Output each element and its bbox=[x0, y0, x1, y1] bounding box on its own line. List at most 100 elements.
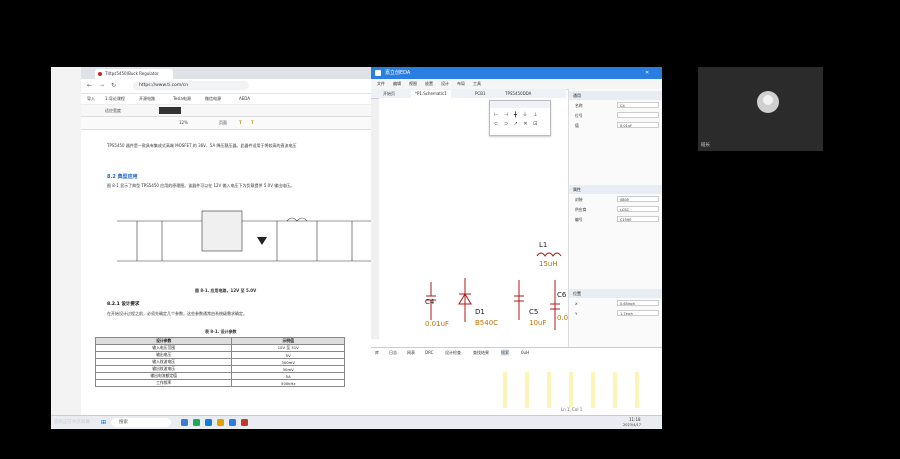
menu-item[interactable]: 视图 bbox=[409, 80, 417, 87]
prop-value[interactable]: C1590 bbox=[617, 216, 659, 222]
prop-row: X 0.65inch bbox=[569, 299, 662, 308]
prop-value[interactable]: 1.7inch bbox=[617, 310, 659, 316]
bottom-tab[interactable]: 0uH bbox=[521, 349, 529, 356]
props-section[interactable]: 位置 bbox=[569, 289, 662, 298]
file-explorer-icon[interactable] bbox=[181, 419, 188, 426]
clock-time[interactable]: 11:18 bbox=[629, 417, 641, 422]
tool-icons-2[interactable]: ⊂ ⊃ ↗ ✕ ⊡ bbox=[494, 121, 539, 127]
l1-value[interactable]: 15uH bbox=[539, 260, 558, 268]
tab-title: TI(tps5450)Buck Regulator bbox=[105, 71, 159, 76]
prop-key: 名称 bbox=[575, 103, 583, 108]
c5-value[interactable]: 10uF bbox=[529, 319, 546, 327]
menu-item[interactable]: 设计 bbox=[441, 80, 449, 87]
bottom-tab[interactable]: 设计检查 bbox=[445, 349, 461, 356]
bottom-tab[interactable]: 搜索 bbox=[501, 349, 509, 356]
edge-icon[interactable] bbox=[205, 419, 212, 426]
prop-row: 值 0.01uF bbox=[569, 121, 662, 130]
d1-value[interactable]: B540C bbox=[475, 319, 498, 327]
table-row: 输出纹波电压 30mV bbox=[94, 365, 345, 373]
menu-item[interactable]: 工具 bbox=[473, 80, 481, 87]
search-box[interactable] bbox=[159, 107, 181, 114]
refresh-icon[interactable]: ↻ bbox=[111, 82, 116, 89]
text-color-icon[interactable]: T bbox=[251, 117, 254, 128]
bottom-tab[interactable]: DRC bbox=[425, 349, 433, 356]
wechat-icon[interactable] bbox=[193, 419, 200, 426]
tab-schematic[interactable]: *P1.Schematic1 bbox=[411, 90, 451, 98]
pdf-toolbar: 适应宽度 bbox=[81, 105, 419, 117]
tab-start[interactable]: 开始页 bbox=[379, 90, 399, 98]
forward-icon[interactable]: → bbox=[99, 82, 104, 89]
l1-designator[interactable]: L1 bbox=[539, 241, 547, 249]
table-cell: 300mV bbox=[231, 358, 345, 366]
prop-row: 供应商 LCSC bbox=[569, 205, 662, 214]
fit-width-button[interactable]: 适应宽度 bbox=[105, 105, 121, 116]
tab-symbol[interactable]: TPS5450DDA bbox=[501, 90, 535, 98]
menu-item[interactable]: 编辑 bbox=[393, 80, 401, 87]
bottom-tab[interactable]: 日志 bbox=[389, 349, 397, 356]
screen-share-status: 您的正在共享屏幕 bbox=[54, 420, 90, 425]
bottom-tab[interactable]: 库 bbox=[375, 349, 379, 356]
c6-designator[interactable]: C6 bbox=[557, 291, 566, 299]
browser-window: TI(tps5450)Buck Regulator ← → ↻ https://… bbox=[81, 67, 419, 415]
avatar bbox=[757, 91, 779, 113]
table-row: 输入纹波电压 300mV bbox=[94, 358, 345, 366]
prop-value[interactable]: C4 bbox=[617, 102, 659, 108]
menu-item[interactable]: 放置 bbox=[425, 80, 433, 87]
floating-toolbar[interactable]: ⊢ ⊣ ╋ ⏚ ⊥ ⊂ ⊃ ↗ ✕ ⊡ bbox=[489, 100, 551, 136]
video-tile[interactable]: 班长 bbox=[698, 67, 823, 151]
shared-screen: TI(tps5450)Buck Regulator ← → ↻ https://… bbox=[51, 67, 662, 429]
bookmark-item[interactable]: 微信电源 bbox=[205, 95, 221, 103]
prop-row: 名称 C4 bbox=[569, 101, 662, 110]
participant-name: 班长 bbox=[701, 143, 710, 148]
eda-app-icon[interactable] bbox=[229, 419, 236, 426]
c4-designator[interactable]: C4 bbox=[425, 298, 434, 306]
prop-value[interactable] bbox=[617, 112, 659, 118]
browser-tab[interactable]: TI(tps5450)Buck Regulator bbox=[95, 69, 173, 79]
prop-row: 位号 bbox=[569, 111, 662, 120]
tool-icons[interactable]: ⊢ ⊣ ╋ ⏚ ⊥ bbox=[494, 111, 539, 118]
text-highlight-icon[interactable]: T bbox=[239, 117, 242, 128]
taskbar-search[interactable]: 搜索 bbox=[111, 418, 171, 427]
bookmark-item[interactable]: 导入 bbox=[87, 95, 95, 103]
url-field[interactable]: https://www.ti.com/cn bbox=[133, 81, 249, 90]
c6-value[interactable]: 0.0 bbox=[557, 314, 568, 322]
prop-value[interactable]: 0.01uF bbox=[617, 122, 659, 128]
c5-designator[interactable]: C5 bbox=[529, 308, 538, 316]
bookmark-item[interactable]: Tesla电源 bbox=[173, 95, 191, 103]
props-section[interactable]: 通用 bbox=[569, 91, 662, 100]
back-icon[interactable]: ← bbox=[87, 82, 92, 89]
folder-icon[interactable] bbox=[217, 419, 224, 426]
bookmark-item[interactable]: AEDA bbox=[239, 95, 250, 103]
prop-key: Y bbox=[575, 311, 578, 316]
pdf-app-icon[interactable] bbox=[241, 419, 248, 426]
d1-designator[interactable]: D1 bbox=[475, 308, 485, 316]
prop-value[interactable]: 0.65inch bbox=[617, 300, 659, 306]
table-cell: 500kHz bbox=[231, 379, 345, 387]
bookmark-item[interactable]: 开源电路 bbox=[139, 95, 155, 103]
tab-pcb[interactable]: PCB1 bbox=[471, 90, 490, 98]
bottom-tab[interactable]: 网表 bbox=[407, 349, 415, 356]
menu-item[interactable]: 文件 bbox=[377, 80, 385, 87]
bottom-tab[interactable]: 查找结果 bbox=[473, 349, 489, 356]
figure-caption: 图 8-1. 应用电路，12V 至 5.0V bbox=[195, 288, 257, 293]
section-heading: 8.2 典型应用 bbox=[107, 174, 138, 180]
prop-value[interactable]: 0805 bbox=[617, 196, 659, 202]
intro-paragraph: TPS5450 器件是一款具有集成式高端 MOSFET 的 36V、5A 降压稳… bbox=[107, 143, 297, 148]
search-results-grid[interactable] bbox=[491, 372, 656, 408]
app-paragraph: 图 8-1 显示了典型 TPS5450 应用的原理图。该器件可以在 12V 输入… bbox=[107, 183, 295, 188]
c4-value[interactable]: 0.01uF bbox=[425, 320, 449, 328]
windows-start-icon[interactable]: ⊞ bbox=[101, 419, 106, 426]
status-text: Ln 1, Col 1 bbox=[561, 407, 583, 412]
floater-title bbox=[490, 101, 550, 108]
prop-key: 位号 bbox=[575, 113, 583, 118]
clock-date[interactable]: 2023/4/17 bbox=[623, 423, 641, 427]
close-icon[interactable]: ✕ bbox=[645, 67, 649, 79]
prop-value[interactable]: LCSC bbox=[617, 206, 659, 212]
page-button[interactable]: 页面 bbox=[219, 117, 227, 128]
bookmarks-bar: 导入 1.导论课程 开源电路 Tesla电源 微信电源 AEDA bbox=[81, 94, 419, 105]
bookmark-item[interactable]: 1.导论课程 bbox=[105, 95, 125, 103]
zoom-level[interactable]: 12% bbox=[179, 117, 188, 128]
props-section[interactable]: 属性 bbox=[569, 185, 662, 194]
menu-item[interactable]: 布局 bbox=[457, 80, 465, 87]
table-cell: 5A bbox=[231, 372, 345, 380]
